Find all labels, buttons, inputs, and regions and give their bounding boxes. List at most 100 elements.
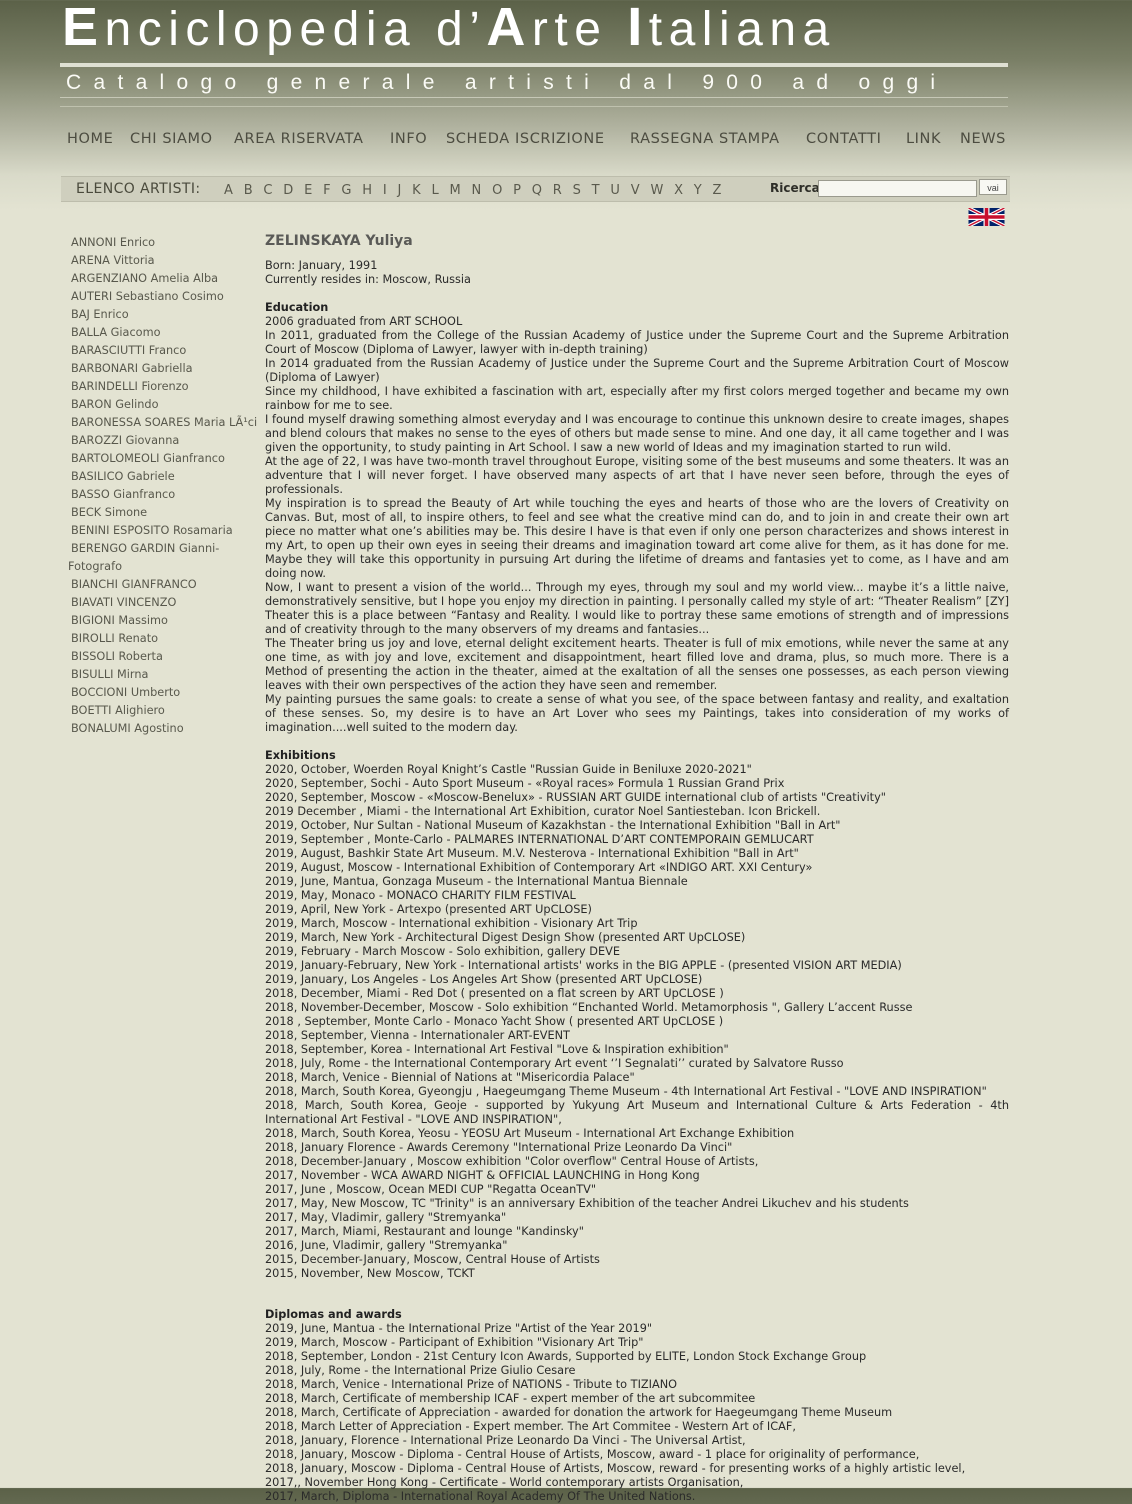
alphabet-letter[interactable]: Q	[532, 183, 542, 198]
alphabet-letter[interactable]: H	[362, 183, 372, 198]
nav-link[interactable]: LINK	[906, 128, 941, 150]
sidebar-artist-link[interactable]: ARGENZIANO Amelia Alba	[68, 270, 246, 288]
sidebar-artist-link[interactable]: BARON Gelindo	[68, 396, 246, 414]
sidebar-artist-link[interactable]: BAROZZI Giovanna	[68, 432, 246, 450]
exhibitions-line: 2020, September, Sochi - Auto Sport Muse…	[265, 777, 785, 790]
sidebar-artist-link[interactable]: BARINDELLI Fiorenzo	[68, 378, 246, 396]
exhibitions-line: 2017, May, New Moscow, TC "Trinity" is a…	[265, 1197, 909, 1210]
diplomas-line: 2018, March Letter of Appreciation - Exp…	[265, 1420, 796, 1433]
alphabet-letter[interactable]: R	[553, 183, 562, 198]
alphabet-letter[interactable]: D	[283, 183, 293, 198]
alphabet-letter[interactable]: J	[398, 183, 402, 198]
sidebar-artist-link[interactable]: BOETTI Alighiero	[68, 702, 246, 720]
nav-home[interactable]: HOME	[67, 128, 113, 150]
alphabet-letter[interactable]: M	[450, 183, 461, 198]
title-part-1: nciclopedia d’	[104, 3, 487, 56]
exhibitions-line: 2019, March, Moscow - International exhi…	[265, 917, 638, 930]
sidebar-artist-link[interactable]: ARENA Vittoria	[68, 252, 246, 270]
sidebar-artist-link[interactable]: BIANCHI GIANFRANCO	[68, 576, 246, 594]
alphabet-letter[interactable]: A	[224, 183, 233, 198]
nav-divider	[60, 106, 1008, 107]
alphabet-letter[interactable]: I	[383, 183, 387, 198]
diplomas-line: 2018, September, London - 21st Century I…	[265, 1350, 867, 1363]
site-subtitle: Catalogo generale artisti dal 900 ad ogg…	[66, 71, 948, 94]
alphabet-letter[interactable]: Z	[713, 183, 722, 198]
sidebar-artist-link[interactable]: BAJ Enrico	[68, 306, 246, 324]
search-button[interactable]: vai	[979, 179, 1007, 195]
exhibitions-line: 2018, January Florence - Awards Ceremony…	[265, 1141, 733, 1154]
search-input[interactable]	[818, 180, 977, 197]
exhibitions-line: 2019, June, Mantua, Gonzaga Museum - the…	[265, 875, 688, 888]
nav-scheda-iscrizione[interactable]: SCHEDA ISCRIZIONE	[446, 128, 605, 150]
alphabet-letter[interactable]: V	[631, 183, 640, 198]
sidebar-artist-link[interactable]: BIROLLI Renato	[68, 630, 246, 648]
sidebar-artist-link[interactable]: BARBONARI Gabriella	[68, 360, 246, 378]
nav-news[interactable]: NEWS	[960, 128, 1006, 150]
diplomas-line: 2019, June, Mantua - the International P…	[265, 1322, 653, 1335]
sidebar-artist-link[interactable]: BECK Simone	[68, 504, 246, 522]
nav-rassegna-stampa[interactable]: RASSEGNA STAMPA	[630, 128, 780, 150]
sidebar-artist-link[interactable]: BIGIONI Massimo	[68, 612, 246, 630]
sidebar-artist-link[interactable]: BARTOLOMEOLI Gianfranco	[68, 450, 246, 468]
alphabet-letter[interactable]: F	[323, 183, 330, 198]
diplomas-line: 2018, March, Certificate of Appreciation…	[265, 1406, 893, 1419]
exhibitions-line: 2019, February - March Moscow - Solo exh…	[265, 945, 620, 958]
nav-info[interactable]: INFO	[390, 128, 427, 150]
education-heading: Education	[265, 301, 329, 314]
exhibitions-line: 2018, September, Korea - International A…	[265, 1043, 729, 1056]
artist-name: ZELINSKAYA Yuliya	[265, 233, 413, 249]
sidebar-artist-link[interactable]: BIAVATI VINCENZO	[68, 594, 246, 612]
alphabet-letter[interactable]: U	[610, 183, 620, 198]
sidebar-artist-link[interactable]: BARONESSA SOARES Maria LÃ¹ci	[68, 414, 257, 432]
sidebar-artist-link[interactable]: ANNONI Enrico	[68, 234, 246, 252]
exhibitions-line: 2018, July, Rome - the International Con…	[265, 1057, 844, 1070]
alphabet-letter[interactable]: X	[674, 183, 683, 198]
diplomas-line: 2018, January, Moscow - Diploma - Centra…	[265, 1448, 920, 1461]
sidebar-artist-link[interactable]: BONALUMI Agostino	[68, 720, 246, 738]
sidebar-artist-link[interactable]: BARASCIUTTI Franco	[68, 342, 246, 360]
alphabet-letter[interactable]: W	[650, 183, 663, 198]
exhibitions-line: 2017, June , Moscow, Ocean MEDI CUP "Reg…	[265, 1183, 597, 1196]
alphabet-letter[interactable]: G	[341, 183, 351, 198]
alphabet-letter[interactable]: S	[573, 183, 581, 198]
alphabet-letter[interactable]: N	[472, 183, 482, 198]
exhibitions-line: 2018 , September, Monte Carlo - Monaco Y…	[265, 1015, 724, 1028]
diplomas-line: 2018, July, Rome - the International Pri…	[265, 1364, 576, 1377]
alphabet-letter[interactable]: L	[431, 183, 438, 198]
exhibitions-line: 2018, December-January , Moscow exhibiti…	[265, 1155, 759, 1168]
sidebar-artist-link[interactable]: BISSOLI Roberta	[68, 648, 246, 666]
alphabet-letter[interactable]: P	[513, 183, 521, 198]
exhibitions-line: 2016, June, Vladimir, gallery "Stremyank…	[265, 1239, 508, 1252]
sidebar-artist-link[interactable]: BASSO Gianfranco	[68, 486, 246, 504]
alphabet-letter[interactable]: C	[263, 183, 272, 198]
uk-flag-icon[interactable]	[964, 208, 1009, 226]
nav-chi-siamo[interactable]: CHI SIAMO	[130, 128, 213, 150]
sidebar-artist-link[interactable]: BALLA Giacomo	[68, 324, 246, 342]
alphabet-letter[interactable]: Y	[694, 183, 702, 198]
artist-born: Born: January, 1991	[265, 259, 378, 272]
sidebar-artist-link[interactable]: BERENGO GARDIN Gianni- Fotografo	[68, 540, 246, 576]
sidebar-artist-link[interactable]: BOCCIONI Umberto	[68, 684, 246, 702]
education-line: Since my childhood, I have exhibited a f…	[265, 385, 1009, 412]
title-letter-e: E	[62, 0, 105, 57]
sidebar-artist-link[interactable]: BISULLI Mirna	[68, 666, 246, 684]
alphabet-letter[interactable]: O	[492, 183, 502, 198]
alphabet-letter[interactable]: E	[304, 183, 312, 198]
nav-contatti[interactable]: CONTATTI	[806, 128, 881, 150]
diplomas-heading: Diplomas and awards	[265, 1308, 402, 1321]
alphabet-letter[interactable]: B	[244, 183, 253, 198]
artist-index-label: ELENCO ARTISTI:	[76, 181, 201, 197]
exhibitions-line: 2018, November-December, Moscow - Solo e…	[265, 1001, 913, 1014]
sidebar-artist-link[interactable]: BASILICO Gabriele	[68, 468, 246, 486]
alphabet-letter[interactable]: T	[592, 183, 600, 198]
alphabet-letter[interactable]: K	[412, 183, 421, 198]
diplomas-line: 2019, March, Moscow - Participant of Exh…	[265, 1336, 644, 1349]
education-line: The Theater bring us joy and love, etern…	[265, 637, 1009, 692]
exhibitions-line: 2018, March, South Korea, Yeosu - YEOSU …	[265, 1127, 795, 1140]
artist-profile: ZELINSKAYA Yuliya Born: January, 1991 Cu…	[265, 232, 1009, 1504]
sidebar-artist-link[interactable]: BENINI ESPOSITO Rosamaria	[68, 522, 246, 540]
sidebar-artist-link[interactable]: AUTERI Sebastiano Cosimo	[68, 288, 246, 306]
nav-area-riservata[interactable]: AREA RISERVATA	[234, 128, 364, 150]
diplomas-line: 2017, March, Diploma - International Roy…	[265, 1490, 696, 1503]
diplomas-line: 2018, January, Florence - International …	[265, 1434, 746, 1447]
